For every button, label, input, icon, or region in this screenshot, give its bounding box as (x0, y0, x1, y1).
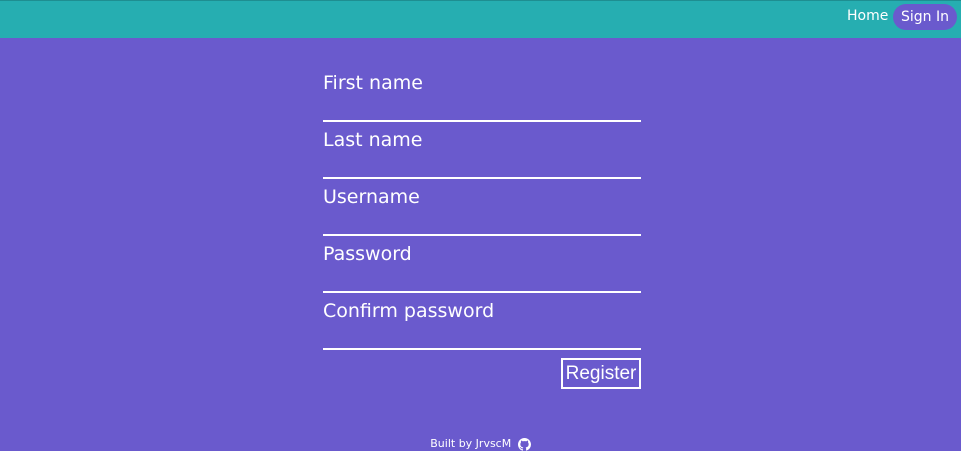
first-name-label: First name (323, 72, 423, 94)
password-input[interactable] (323, 269, 641, 293)
confirm-password-label: Confirm password (323, 300, 495, 322)
username-input[interactable] (323, 212, 641, 236)
register-row: Register (323, 353, 641, 393)
password-field: Password (323, 239, 641, 296)
confirm-password-field: Confirm password (323, 296, 641, 353)
first-name-field: First name (323, 68, 641, 125)
last-name-label: Last name (323, 129, 423, 151)
footer: Built by JrvscM (0, 437, 961, 451)
username-label: Username (323, 186, 420, 208)
last-name-input[interactable] (323, 155, 641, 179)
navbar: Home Sign In (0, 0, 961, 38)
username-field: Username (323, 182, 641, 239)
first-name-input[interactable] (323, 98, 641, 122)
register-form: First name Last name Username Password C… (323, 68, 641, 393)
password-label: Password (323, 243, 412, 265)
sign-in-button[interactable]: Sign In (893, 4, 957, 30)
last-name-field: Last name (323, 125, 641, 182)
github-icon[interactable] (517, 437, 531, 451)
confirm-password-input[interactable] (323, 326, 641, 350)
register-button[interactable]: Register (561, 358, 641, 389)
footer-credit: Built by JrvscM (430, 437, 512, 450)
nav-home-link[interactable]: Home (847, 7, 888, 25)
